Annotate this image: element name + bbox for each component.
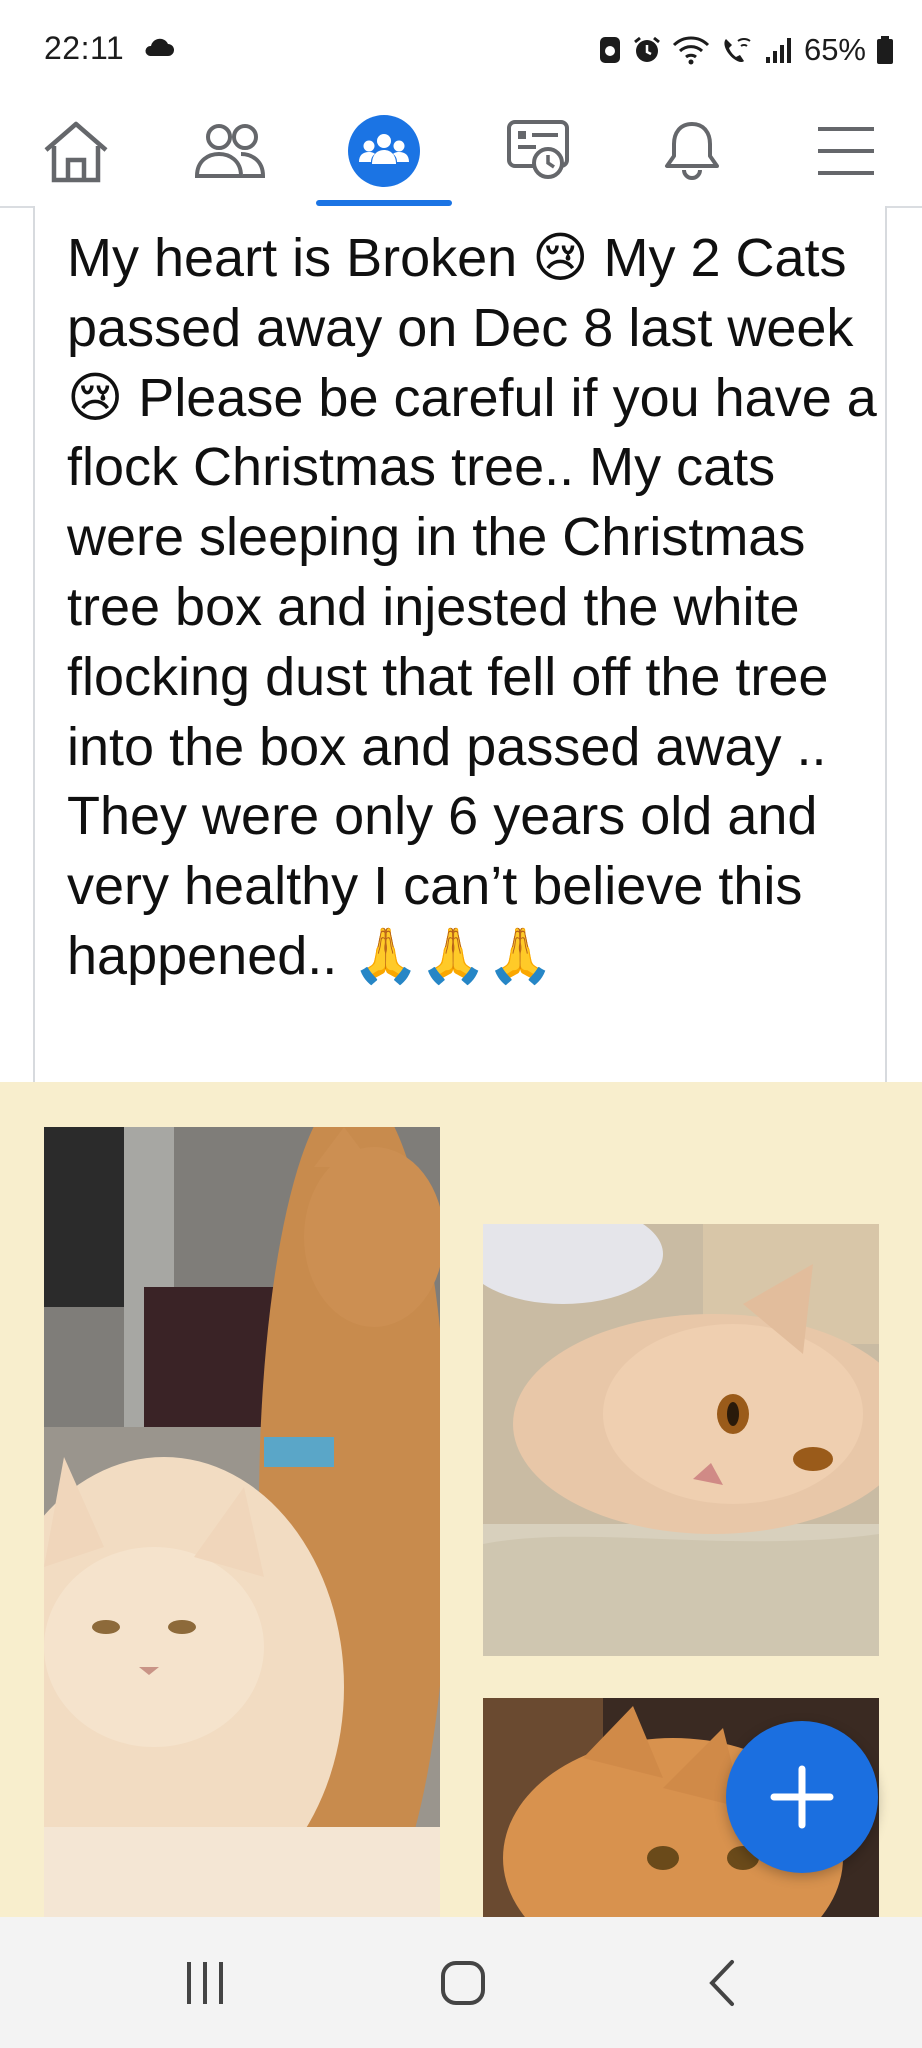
recents-icon [187, 1961, 223, 2004]
top-navigation-bar [0, 96, 922, 208]
recents-button[interactable] [135, 1917, 275, 2048]
cat-lying-photo-icon [483, 1224, 879, 1656]
cloud-icon [145, 38, 174, 56]
tab-menu[interactable] [786, 96, 906, 206]
tab-groups[interactable] [324, 96, 444, 206]
photo-cat-lying[interactable] [483, 1224, 879, 1656]
news-feed-clock-icon [507, 120, 569, 179]
status-bar: 22:11 65% [0, 0, 922, 96]
post-text: My heart is Broken 😢 My 2 Cats passed aw… [67, 228, 877, 986]
tab-friends[interactable] [170, 96, 290, 206]
battery-icon [877, 36, 893, 64]
bell-icon [665, 122, 719, 180]
alarm-icon [634, 36, 660, 62]
hamburger-menu-icon [818, 127, 874, 175]
signal-icon [765, 38, 791, 63]
plus-icon [770, 1765, 834, 1829]
home-icon [44, 121, 108, 183]
photo-cats-1[interactable] [44, 1127, 440, 1917]
back-chevron-icon [709, 1959, 734, 2006]
groups-icon [348, 115, 420, 187]
system-navigation-bar [0, 1917, 922, 2048]
create-post-fab-button[interactable] [726, 1721, 878, 1873]
home-circle-icon [441, 1960, 485, 2005]
cats-photo-icon [44, 1127, 440, 1917]
battery-percent: 65% [803, 32, 866, 67]
notification-badge-icon [599, 37, 620, 63]
post-text-card: My heart is Broken 😢 My 2 Cats passed aw… [33, 206, 887, 1082]
tab-notifications[interactable] [632, 96, 752, 206]
status-icons: 65% [598, 28, 894, 72]
wifi-icon [672, 36, 710, 65]
friends-icon [194, 124, 266, 178]
home-button[interactable] [393, 1917, 533, 2048]
wifi-call-icon [724, 38, 751, 63]
back-button[interactable] [652, 1917, 792, 2048]
tab-home[interactable] [16, 96, 136, 206]
status-time: 22:11 [44, 30, 125, 66]
tab-watch[interactable] [478, 96, 598, 206]
